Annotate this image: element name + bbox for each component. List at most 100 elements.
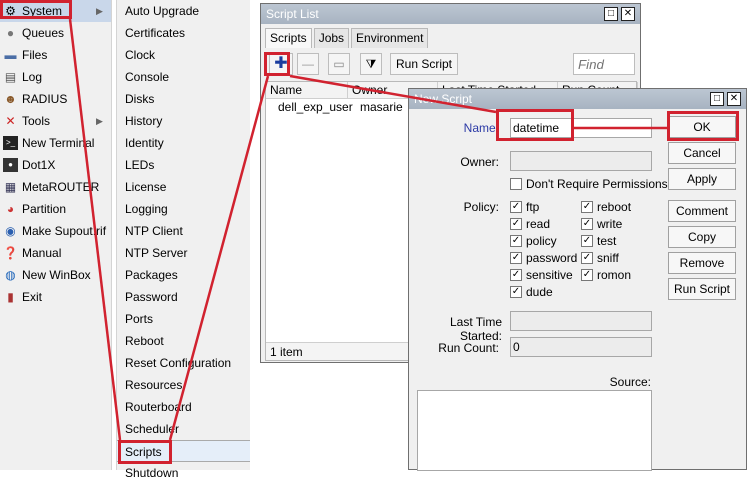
submenu-item[interactable]: Certificates xyxy=(117,22,250,44)
name-label: Name: xyxy=(463,121,499,135)
submenu-item[interactable]: Scheduler xyxy=(117,418,250,440)
menu-item-files[interactable]: ▬ Files xyxy=(0,44,111,66)
submenu-item[interactable]: Logging xyxy=(117,198,250,220)
policy-label: Policy: xyxy=(463,200,499,214)
maximize-icon[interactable]: □ xyxy=(604,7,618,21)
source-textarea[interactable] xyxy=(417,390,652,471)
policy-checkbox-ftp[interactable]: ✓ ftp xyxy=(510,199,539,215)
users-icon: ☻ xyxy=(4,92,17,106)
submenu-item[interactable]: LEDs xyxy=(117,154,250,176)
highlight-system xyxy=(0,0,72,19)
policy-checkbox-dude[interactable]: ✓ dude xyxy=(510,284,553,300)
remove-icon[interactable]: — xyxy=(297,53,319,75)
submenu-item[interactable]: NTP Server xyxy=(117,242,250,264)
filter-icon[interactable]: ⧩ xyxy=(360,53,382,75)
last-time-started-field xyxy=(510,311,652,331)
policy-checkbox-password[interactable]: ✓ password xyxy=(510,250,577,266)
policy-checkbox-read[interactable]: ✓ read xyxy=(510,216,550,232)
submenu-item[interactable]: Password xyxy=(117,286,250,308)
submenu-item[interactable]: Clock xyxy=(117,44,250,66)
highlight-ok xyxy=(667,111,739,141)
copy-button[interactable]: Copy xyxy=(668,226,736,248)
submenu-item[interactable]: Console xyxy=(117,66,250,88)
menu-item-log[interactable]: ▤ Log xyxy=(0,66,111,88)
last-time-started-label: Last Time Started: xyxy=(449,315,502,343)
policy-checkbox-test[interactable]: ✓ test xyxy=(581,233,616,249)
owner-field[interactable] xyxy=(510,151,652,171)
menu-item-new-terminal[interactable]: >_ New Terminal xyxy=(0,132,111,154)
menu-item-tools[interactable]: ✕ Tools ▶ xyxy=(0,110,111,132)
close-icon[interactable]: ✕ xyxy=(621,7,635,21)
tools-icon: ✕ xyxy=(5,114,16,128)
submenu-item[interactable]: Shutdown xyxy=(117,462,250,484)
submenu-item[interactable]: Packages xyxy=(117,264,250,286)
policy-checkbox-sensitive[interactable]: ✓ sensitive xyxy=(510,267,573,283)
submenu-item[interactable]: Auto Upgrade xyxy=(117,0,250,22)
remove-button[interactable]: Remove xyxy=(668,252,736,274)
tab-scripts[interactable]: Scripts xyxy=(265,28,312,48)
dont-require-permissions-checkbox[interactable]: Don't Require Permissions xyxy=(510,176,668,192)
dot1x-icon: ● xyxy=(3,158,18,172)
menu-item-partition[interactable]: ◕ Partition xyxy=(0,198,111,220)
queue-icon: ● xyxy=(6,26,15,40)
dialog-title: New Script xyxy=(414,92,473,106)
new-script-dialog: New Script □ ✕ Name: datetime Owner: Don… xyxy=(408,88,747,471)
submenu-item[interactable]: Disks xyxy=(117,88,250,110)
column-header-name[interactable]: Name xyxy=(266,82,348,99)
submenu-item[interactable]: Resources xyxy=(117,374,250,396)
submenu-item[interactable]: History xyxy=(117,110,250,132)
policy-checkbox-romon[interactable]: ✓ romon xyxy=(581,267,631,283)
policy-checkbox-reboot[interactable]: ✓ reboot xyxy=(581,199,631,215)
new-script-titlebar[interactable]: New Script □ ✕ xyxy=(409,89,746,109)
run-script-dialog-button[interactable]: Run Script xyxy=(668,278,736,300)
submenu-arrow-icon: ▶ xyxy=(96,6,103,16)
owner-label: Owner: xyxy=(460,155,499,169)
menu-item-make-supout[interactable]: ◉ Make Supout.rif xyxy=(0,220,111,242)
tab-jobs[interactable]: Jobs xyxy=(313,28,350,48)
find-input[interactable] xyxy=(573,53,635,75)
submenu-arrow-icon: ▶ xyxy=(96,116,103,126)
run-count-field: 0 xyxy=(510,337,652,357)
menu-item-new-winbox[interactable]: ◍ New WinBox xyxy=(0,264,111,286)
submenu-item[interactable]: License xyxy=(117,176,250,198)
menu-item-manual[interactable]: ❓ Manual xyxy=(0,242,111,264)
submenu-item[interactable]: Routerboard xyxy=(117,396,250,418)
metarouter-icon: ▦ xyxy=(4,180,17,194)
submenu-item[interactable]: NTP Client xyxy=(117,220,250,242)
folder-icon: ▬ xyxy=(4,48,17,62)
terminal-icon: >_ xyxy=(3,136,18,150)
submenu-item[interactable]: Identity xyxy=(117,132,250,154)
policy-checkbox-write[interactable]: ✓ write xyxy=(581,216,622,232)
winbox-icon: ◍ xyxy=(5,268,16,282)
close-icon[interactable]: ✕ xyxy=(727,92,741,106)
script-list-titlebar[interactable]: Script List □ ✕ xyxy=(261,4,640,24)
highlight-name xyxy=(496,109,574,141)
highlight-add xyxy=(264,52,290,76)
submenu-item[interactable]: Ports xyxy=(117,308,250,330)
highlight-scripts xyxy=(118,440,172,464)
tab-environment[interactable]: Environment xyxy=(351,28,429,48)
run-script-button[interactable]: Run Script xyxy=(390,53,458,75)
menu-item-metarouter[interactable]: ▦ MetaROUTER xyxy=(0,176,111,198)
comment-button[interactable]: Comment xyxy=(668,200,736,222)
maximize-icon[interactable]: □ xyxy=(710,92,724,106)
menu-item-dot1x[interactable]: ● Dot1X xyxy=(0,154,111,176)
menu-item-exit[interactable]: ▮ Exit xyxy=(0,286,111,308)
main-menu: ⚙ System ▶ ● Queues ▬ Files ▤ Log ☻ RADI… xyxy=(0,0,112,470)
policy-checkbox-policy[interactable]: ✓ policy xyxy=(510,233,557,249)
policy-checkbox-sniff[interactable]: ✓ sniff xyxy=(581,250,619,266)
cancel-button[interactable]: Cancel xyxy=(668,142,736,164)
cell-owner: masarie xyxy=(360,100,403,114)
partition-icon: ◕ xyxy=(6,202,15,216)
help-icon: ◉ xyxy=(5,224,16,238)
apply-button[interactable]: Apply xyxy=(668,168,736,190)
submenu-item[interactable]: Reset Configuration xyxy=(117,352,250,374)
comment-icon[interactable]: ▭ xyxy=(328,53,350,75)
menu-item-radius[interactable]: ☻ RADIUS xyxy=(0,88,111,110)
cell-name: dell_exp_user xyxy=(278,100,353,114)
menu-item-queues[interactable]: ● Queues xyxy=(0,22,111,44)
window-title: Script List xyxy=(266,7,319,21)
submenu-item[interactable]: Reboot xyxy=(117,330,250,352)
log-icon: ▤ xyxy=(4,70,17,84)
source-label: Source: xyxy=(609,375,651,389)
